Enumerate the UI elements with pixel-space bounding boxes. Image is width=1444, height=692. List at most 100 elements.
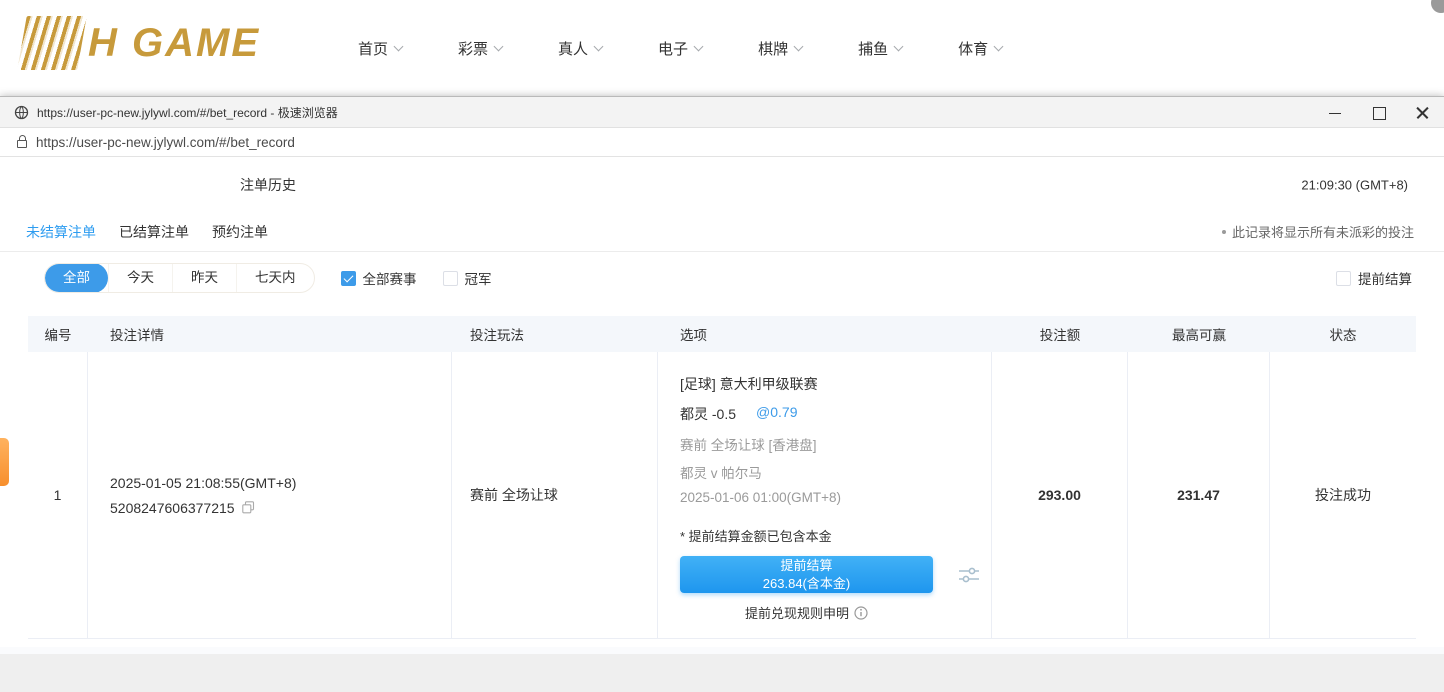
range-7days[interactable]: 七天内 xyxy=(236,264,314,292)
max-win: 231.47 xyxy=(1177,487,1220,503)
cashout-rules-link[interactable]: 提前兑现规则申明 xyxy=(680,603,933,622)
logo-text: H GAME xyxy=(88,21,260,66)
all-events-checkbox-group[interactable]: 全部赛事 xyxy=(341,268,417,288)
page-head: 注单历史 21:09:30 (GMT+8) xyxy=(0,157,1444,212)
cashout-button-title: 提前结算 xyxy=(780,557,832,575)
url-text[interactable]: https://user-pc-new.jylywl.com/#/bet_rec… xyxy=(36,135,295,150)
row-id: 1 xyxy=(54,487,62,503)
help-circle-icon[interactable] xyxy=(1431,0,1444,13)
filter-row: 全部 今天 昨天 七天内 全部赛事 冠军 提前结算 xyxy=(0,252,1444,304)
table-row: 1 2025-01-05 21:08:55(GMT+8) 52082476063… xyxy=(28,352,1416,639)
date-range-group: 全部 今天 昨天 七天内 xyxy=(44,263,315,293)
col-header-play: 投注玩法 xyxy=(452,324,658,344)
chevron-down-icon xyxy=(594,41,604,51)
minimize-icon[interactable] xyxy=(1328,106,1342,120)
champion-checkbox-group[interactable]: 冠军 xyxy=(443,268,492,288)
range-all[interactable]: 全部 xyxy=(45,263,108,293)
col-header-status: 状态 xyxy=(1270,324,1416,344)
status-cell: 投注成功 xyxy=(1270,352,1416,638)
league-name: [足球] 意大利甲级联赛 xyxy=(680,374,991,394)
bet-play-cell: 赛前 全场让球 xyxy=(452,352,658,638)
nav-item-live[interactable]: 真人 xyxy=(558,38,602,59)
all-events-label: 全部赛事 xyxy=(363,268,417,288)
match-teams: 都灵 v 帕尔马 xyxy=(680,462,991,482)
logo-stripes-icon xyxy=(17,16,87,70)
chevron-down-icon xyxy=(694,41,704,51)
nav-label: 体育 xyxy=(958,38,988,59)
nav-label: 电子 xyxy=(658,38,688,59)
bet-time: 2025-01-05 21:08:55(GMT+8) xyxy=(110,475,451,491)
copy-icon[interactable] xyxy=(242,501,255,514)
bets-table: 编号 投注详情 投注玩法 选项 投注额 最高可赢 状态 1 2025-01-05… xyxy=(28,316,1416,639)
cashout-slider-icon[interactable] xyxy=(957,565,981,585)
tabs-row: 未结算注单 已结算注单 预约注单 此记录将显示所有未派彩的投注 xyxy=(0,212,1444,252)
browser-titlebar: https://user-pc-new.jylywl.com/#/bet_rec… xyxy=(0,97,1444,128)
col-header-id: 编号 xyxy=(28,324,88,344)
cashout-note: * 提前结算金额已包含本金 xyxy=(680,526,991,545)
col-header-options: 选项 xyxy=(658,324,992,344)
tab-settled[interactable]: 已结算注单 xyxy=(119,222,189,242)
checkbox-icon[interactable] xyxy=(1336,271,1351,286)
address-bar[interactable]: https://user-pc-new.jylywl.com/#/bet_rec… xyxy=(0,128,1444,157)
nav-item-home[interactable]: 首页 xyxy=(358,38,402,59)
chevron-down-icon xyxy=(994,41,1004,51)
close-icon[interactable] xyxy=(1416,106,1430,120)
checkbox-icon[interactable] xyxy=(443,271,458,286)
favicon-globe-icon xyxy=(14,105,29,120)
odds-value: @0.79 xyxy=(756,404,797,424)
nav-label: 首页 xyxy=(358,38,388,59)
nav-item-sports[interactable]: 体育 xyxy=(958,38,1002,59)
early-settle-checkbox-group[interactable]: 提前结算 xyxy=(1336,268,1412,288)
tab-reserved[interactable]: 预约注单 xyxy=(212,222,268,242)
site-logo[interactable]: H GAME xyxy=(22,16,260,70)
pick-selection: 都灵 -0.5 xyxy=(680,404,736,424)
chevron-down-icon xyxy=(794,41,804,51)
side-widget-tab[interactable] xyxy=(0,438,9,486)
champion-label: 冠军 xyxy=(465,268,492,288)
lock-icon xyxy=(17,140,27,148)
tab-unsettled[interactable]: 未结算注单 xyxy=(26,222,96,242)
checkbox-checked-icon[interactable] xyxy=(341,271,356,286)
main-nav: 首页 彩票 真人 电子 棋牌 捕鱼 体育 xyxy=(358,0,1002,96)
server-clock: 21:09:30 (GMT+8) xyxy=(1301,177,1408,192)
bullet-icon xyxy=(1222,230,1226,234)
col-header-maxwin: 最高可赢 xyxy=(1128,324,1270,344)
nav-item-cards[interactable]: 棋牌 xyxy=(758,38,802,59)
chevron-down-icon xyxy=(494,41,504,51)
page-title: 注单历史 xyxy=(240,175,296,195)
table-header-row: 编号 投注详情 投注玩法 选项 投注额 最高可赢 状态 xyxy=(28,316,1416,352)
range-yesterday[interactable]: 昨天 xyxy=(172,264,236,292)
cashout-button-amount: 263.84(含本金) xyxy=(763,575,850,593)
cashout-button[interactable]: 提前结算 263.84(含本金) xyxy=(680,556,933,593)
bet-options-cell: [足球] 意大利甲级联赛 都灵 -0.5 @0.79 赛前 全场让球 [香港盘]… xyxy=(658,352,992,638)
site-header: H GAME 首页 彩票 真人 电子 棋牌 捕鱼 体育 xyxy=(0,0,1444,96)
window-controls xyxy=(1328,97,1430,128)
bet-play: 赛前 全场让球 xyxy=(470,485,657,505)
nav-label: 真人 xyxy=(558,38,588,59)
range-today[interactable]: 今天 xyxy=(108,264,172,292)
maximize-icon[interactable] xyxy=(1372,106,1386,120)
col-header-amount: 投注额 xyxy=(992,324,1128,344)
nav-item-slots[interactable]: 电子 xyxy=(658,38,702,59)
chevron-down-icon xyxy=(894,41,904,51)
nav-item-lottery[interactable]: 彩票 xyxy=(458,38,502,59)
bet-details-cell: 2025-01-05 21:08:55(GMT+8) 5208247606377… xyxy=(88,352,452,638)
info-icon xyxy=(854,606,868,620)
cashout-rules-text: 提前兑现规则申明 xyxy=(745,603,849,622)
match-time: 2025-01-06 01:00(GMT+8) xyxy=(680,490,991,505)
page-background-strip xyxy=(0,654,1444,692)
row-id-cell: 1 xyxy=(28,352,88,638)
page-content: 注单历史 21:09:30 (GMT+8) 未结算注单 已结算注单 预约注单 此… xyxy=(0,157,1444,692)
bet-amount: 293.00 xyxy=(1038,487,1081,503)
window-title: https://user-pc-new.jylywl.com/#/bet_rec… xyxy=(37,104,338,121)
browser-window: https://user-pc-new.jylywl.com/#/bet_rec… xyxy=(0,96,1444,692)
nav-item-fishing[interactable]: 捕鱼 xyxy=(858,38,902,59)
chevron-down-icon xyxy=(394,41,404,51)
early-settle-label: 提前结算 xyxy=(1358,268,1412,288)
max-win-cell: 231.47 xyxy=(1128,352,1270,638)
nav-label: 棋牌 xyxy=(758,38,788,59)
bet-number: 5208247606377215 xyxy=(110,500,235,516)
bet-amount-cell: 293.00 xyxy=(992,352,1128,638)
status-badge: 投注成功 xyxy=(1315,485,1371,505)
market-type: 赛前 全场让球 [香港盘] xyxy=(680,434,991,454)
